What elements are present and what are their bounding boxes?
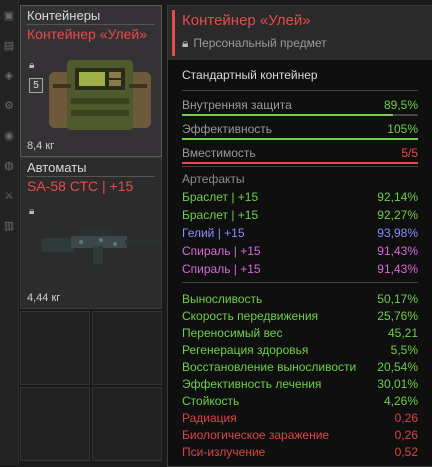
stat-value: 5/5 — [401, 146, 418, 160]
effect-row: Радиация 0,26 — [182, 411, 418, 427]
strip-icon[interactable]: ▥ — [3, 220, 15, 232]
lock-icon: 🔒︎ — [29, 60, 35, 71]
artifact-row: Спираль | +15 91,43% — [182, 244, 418, 260]
strip-icon[interactable]: ◈ — [3, 70, 15, 82]
effect-row-label: Эффективность лечения — [182, 377, 322, 391]
effect-row: Скорость передвижения 25,76% — [182, 309, 418, 325]
artifact-row-label: Спираль | +15 — [182, 262, 261, 276]
item-type: Стандартный контейнер — [182, 68, 318, 82]
strip-icon[interactable]: ▤ — [3, 40, 15, 52]
inventory-grid: Контейнеры Контейнер «Улей» 🔒︎ 5 8,4 кг … — [20, 0, 170, 465]
effect-row: Восстановление выносливости 20,54% — [182, 360, 418, 376]
artifact-row-value: 93,98% — [377, 226, 418, 240]
lock-icon: 🔒︎ — [182, 36, 189, 50]
divider — [182, 166, 418, 167]
effect-row-label: Восстановление выносливости — [182, 360, 357, 374]
stat-value: 89,5% — [383, 98, 418, 112]
rifle-image — [41, 228, 161, 264]
item-weight: 8,4 кг — [27, 140, 55, 152]
effect-row-label: Пси-излучение — [182, 445, 266, 459]
strip-icon[interactable]: ⚙ — [3, 100, 15, 112]
effect-row-value: 30,01% — [377, 377, 418, 391]
effect-row-value: 4,26% — [383, 394, 418, 408]
rarity-bar — [172, 10, 175, 56]
divider — [182, 282, 418, 283]
item-weight: 4,44 кг — [27, 292, 61, 304]
effect-row-value: 0,26 — [394, 411, 418, 425]
effect-row: Стойкость 4,26% — [182, 394, 418, 410]
effect-row-value: 0,52 — [394, 445, 418, 459]
artifact-row-value: 91,43% — [377, 244, 418, 258]
stat-fill — [182, 138, 418, 140]
tooltip-header: Контейнер «Улей» 🔒︎ Персональный предмет — [168, 6, 432, 60]
effect-row: Переносимый вес 45,21 — [182, 326, 418, 342]
empty-slot[interactable] — [20, 311, 90, 385]
container-image — [49, 60, 151, 130]
artifact-row-value: 92,27% — [377, 208, 418, 222]
divider — [182, 90, 418, 91]
stat-label: Эффективность — [182, 122, 273, 136]
lock-icon: 🔒︎ — [29, 206, 35, 217]
artifact-row: Спираль | +15 91,43% — [182, 262, 418, 278]
item-category: Контейнеры — [27, 8, 101, 23]
left-icon-strip: ▣ ▤ ◈ ⚙ ◉ ◍ ⚔ ▥ — [0, 0, 19, 465]
strip-icon[interactable]: ▣ — [3, 10, 15, 22]
item-name: SA-58 СТС | +15 — [27, 178, 134, 194]
artifact-row: Гелий | +15 93,98% — [182, 226, 418, 242]
effect-row-value: 25,76% — [377, 309, 418, 323]
stat-row: Вместимость 5/5 — [182, 146, 418, 164]
strip-icon[interactable]: ⚔ — [3, 190, 15, 202]
artifact-row-label: Браслет | +15 — [182, 208, 259, 222]
tooltip-title: Контейнер «Улей» — [182, 12, 311, 29]
artifact-row-label: Браслет | +15 — [182, 190, 259, 204]
effect-row-label: Биологическое заражение — [182, 428, 330, 442]
effect-row: Биологическое заражение 0,26 — [182, 428, 418, 444]
strip-icon[interactable]: ◉ — [3, 130, 15, 142]
stat-row: Эффективность 105% — [182, 122, 418, 140]
stat-row: Внутренняя защита 89,5% — [182, 98, 418, 116]
tooltip-subtitle: Персональный предмет — [193, 36, 327, 50]
divider — [27, 24, 155, 25]
empty-slot[interactable] — [20, 387, 90, 461]
effect-row-label: Радиация — [182, 411, 237, 425]
effect-row: Регенерация здоровья 5,5% — [182, 343, 418, 359]
artifact-row: Браслет | +15 92,14% — [182, 190, 418, 206]
tier-badge: 5 — [29, 78, 43, 93]
effect-row-label: Регенерация здоровья — [182, 343, 309, 357]
effect-row: Эффективность лечения 30,01% — [182, 377, 418, 393]
effect-row: Выносливость 50,17% — [182, 292, 418, 308]
item-tooltip: Контейнер «Улей» 🔒︎ Персональный предмет … — [167, 5, 432, 467]
stat-fill — [182, 114, 394, 116]
item-name: Контейнер «Улей» — [27, 26, 148, 42]
artifact-row-value: 92,14% — [377, 190, 418, 204]
strip-icon[interactable]: ◍ — [3, 160, 15, 172]
divider — [27, 176, 155, 177]
item-category: Автоматы — [27, 160, 87, 175]
stat-label: Вместимость — [182, 146, 256, 160]
artifacts-heading: Артефакты — [182, 172, 245, 186]
effect-row-value: 50,17% — [377, 292, 418, 306]
effect-row-value: 5,5% — [390, 343, 418, 357]
empty-slot[interactable] — [92, 311, 162, 385]
effect-row-label: Стойкость — [182, 394, 240, 408]
stat-label: Внутренняя защита — [182, 98, 292, 112]
tooltip-subtitle-row: 🔒︎ Персональный предмет — [182, 36, 327, 51]
effect-row-value: 20,54% — [377, 360, 418, 374]
effect-row: Пси-излучение 0,52 — [182, 445, 418, 461]
artifact-row-value: 91,43% — [377, 262, 418, 276]
inventory-item-container[interactable]: Контейнеры Контейнер «Улей» 🔒︎ 5 8,4 кг — [20, 5, 162, 157]
artifact-row-label: Спираль | +15 — [182, 244, 261, 258]
effect-row-label: Скорость передвижения — [182, 309, 319, 323]
inventory-item-rifle[interactable]: Автоматы SA-58 СТС | +15 🔒︎ 4,44 кг — [20, 157, 162, 309]
stat-value: 105% — [387, 122, 418, 136]
artifact-row: Браслет | +15 92,27% — [182, 208, 418, 224]
effect-row-value: 0,26 — [394, 428, 418, 442]
effect-row-value: 45,21 — [387, 326, 418, 340]
effect-row-label: Переносимый вес — [182, 326, 283, 340]
stat-fill — [182, 162, 418, 164]
artifact-row-label: Гелий | +15 — [182, 226, 245, 240]
effect-row-label: Выносливость — [182, 292, 263, 306]
empty-slot[interactable] — [92, 387, 162, 461]
